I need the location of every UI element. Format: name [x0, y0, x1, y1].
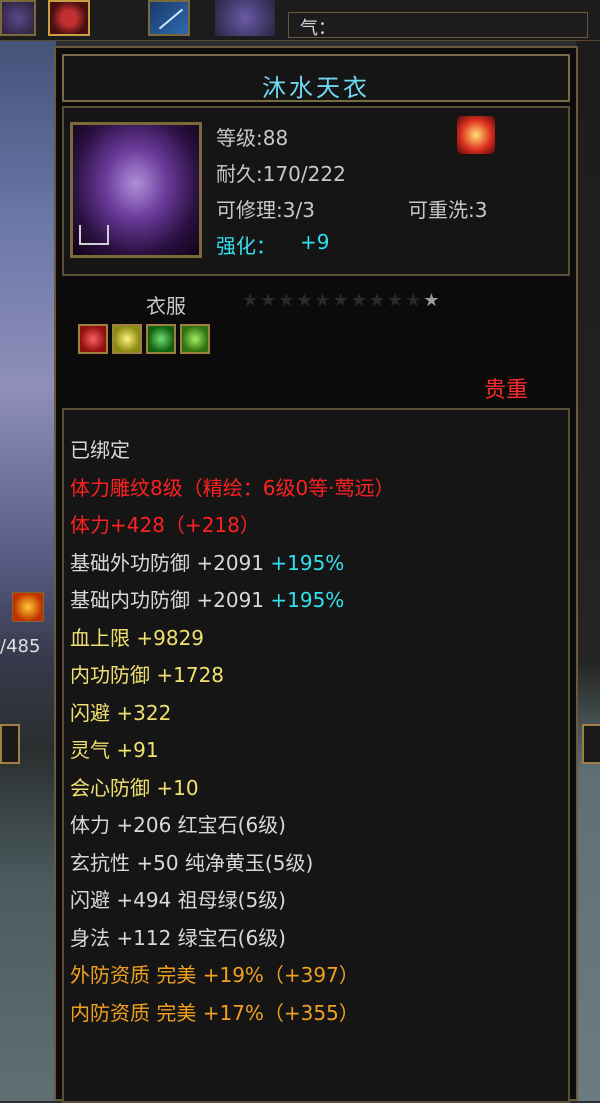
flame-emblem-icon [457, 116, 495, 154]
stat-part-a: 玄抗性 [70, 850, 137, 875]
stat-part-a: 已绑定 [70, 438, 130, 462]
item-name: 沐水天衣 [262, 74, 370, 102]
stat-part-a: 身法 [70, 925, 117, 950]
stat-part-b: +322 [116, 700, 172, 725]
stat-part-a: 闪避 [70, 888, 117, 912]
skill-slot-2-icon[interactable] [48, 0, 90, 36]
stat-part-b: +2091 [196, 588, 271, 612]
stat-part-b: +494 祖母绿(5级) [116, 888, 286, 912]
stat-row: 体力雕纹8级（精绘：6级0等·莺远） [70, 470, 395, 508]
background-right-strip [576, 0, 600, 1101]
item-rewash: 可重洗:3 [408, 198, 488, 222]
character-avatar-icon[interactable] [215, 0, 275, 36]
gem-sockets [78, 324, 214, 358]
item-durability: 耐久:170/222 [216, 162, 346, 186]
stat-row: 灵气 +91 [70, 732, 395, 770]
stat-row: 基础外功防御 +2091 +195% [70, 545, 395, 583]
stat-part-a: 内防资质 [70, 1000, 157, 1025]
stat-row: 已绑定 [70, 432, 395, 470]
right-panel-tab[interactable] [582, 724, 600, 764]
stat-part-a: 血上限 [70, 625, 137, 650]
stat-part-b: +50 纯净黄玉(5级) [136, 850, 314, 875]
stat-row: 闪避 +322 [70, 695, 395, 733]
rarity-label: 贵重 [484, 378, 529, 403]
stat-part-a: 灵气 [70, 738, 117, 762]
item-repair: 可修理:3/3 [216, 198, 315, 222]
stat-row: 闪避 +494 祖母绿(5级) [70, 882, 395, 920]
stat-part-a: 内功防御 [70, 663, 157, 687]
stat-part-a: 体力+428（+218） [70, 513, 260, 537]
stat-part-b: 完美 +17%（+355） [156, 1000, 359, 1025]
stat-part-b: +206 红宝石(6级) [116, 813, 286, 837]
bound-lock-icon [79, 225, 109, 245]
top-skill-bar: 气： [0, 0, 600, 41]
stat-part-a: 基础外功防御 [70, 550, 197, 575]
stat-part-c: +195% [270, 550, 345, 575]
stat-part-a: 外防资质 [70, 963, 157, 987]
stat-part-a: 体力 [70, 813, 117, 837]
stat-part-a: 体力雕纹8级（精绘：6级0等·莺远） [70, 475, 395, 500]
enhance-value: +9 [300, 230, 330, 254]
stat-part-a: 会心防御 [70, 775, 157, 800]
stat-row: 基础内功防御 +2091 +195% [70, 582, 395, 620]
item-portrait-robe-icon [70, 122, 202, 258]
stat-row: 体力+428（+218） [70, 507, 395, 545]
stat-part-b: +112 绿宝石(6级) [116, 925, 286, 950]
stat-part-b: +1728 [156, 663, 225, 687]
enhance-label: 强化： [216, 234, 276, 258]
stat-part-b: +91 [116, 738, 159, 762]
title-panel: 沐水天衣 [62, 54, 570, 102]
stat-row: 身法 +112 绿宝石(6级) [70, 920, 395, 958]
ruby-gem-icon [78, 324, 108, 354]
stat-row: 外防资质 完美 +19%（+397） [70, 957, 395, 995]
stat-part-b: +9829 [136, 625, 205, 650]
stat-part-b: +2091 [196, 550, 271, 575]
star-row: ★★★★★★★★★★ [242, 290, 424, 311]
emerald-gem-icon [146, 324, 176, 354]
stat-row: 内功防御 +1728 [70, 657, 395, 695]
star-rating: ★★★★★★★★★★★ [242, 290, 442, 311]
stat-row: 体力 +206 红宝石(6级) [70, 807, 395, 845]
stat-part-a: 基础内功防御 [70, 588, 197, 612]
item-level: 等级:88 [216, 126, 289, 150]
stat-row: 血上限 +9829 [70, 620, 395, 658]
stat-row: 会心防御 +10 [70, 770, 395, 808]
stat-row: 玄抗性 +50 纯净黄玉(5级) [70, 845, 395, 883]
skill-slot-1-icon[interactable] [0, 0, 36, 36]
stat-part-c: +195% [270, 588, 345, 612]
left-panel-tab[interactable] [0, 724, 20, 764]
qi-label: 气： [300, 18, 336, 39]
item-category: 衣服 [146, 294, 186, 318]
stat-part-b: 完美 +19%（+397） [156, 963, 359, 987]
stats-list: 已绑定体力雕纹8级（精绘：6级0等·莺远） 体力+428（+218） 基础外功防御 … [70, 432, 395, 1032]
stat-row: 内防资质 完美 +17%（+355） [70, 995, 395, 1033]
stat-part-b: +10 [156, 775, 199, 800]
stat-part-a: 闪避 [70, 700, 117, 725]
background-character-art [0, 0, 56, 1101]
topaz-gem-icon [112, 324, 142, 354]
hp-readout: /485 [0, 636, 41, 657]
green-gem-icon [180, 324, 210, 354]
star-lit-icon: ★ [423, 290, 442, 311]
sword-skill-icon[interactable] [148, 0, 190, 36]
item-tooltip: 沐水天衣 等级:88 耐久:170/222 可修理:3/3 可重洗:3 强化： … [54, 46, 578, 1103]
fire-buff-icon[interactable] [12, 592, 44, 622]
